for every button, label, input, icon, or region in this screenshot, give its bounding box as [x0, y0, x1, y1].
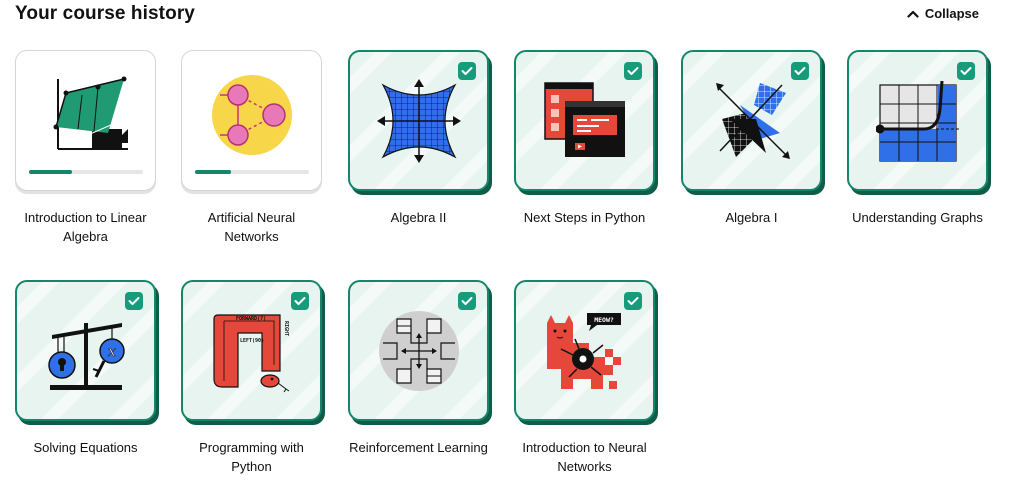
course-card-next-steps-in-python[interactable]: Next Steps in Python: [514, 50, 658, 227]
course-card-programming-with-python[interactable]: FORWARD(7) LEFT(90) RIGHT Programming wi…: [181, 280, 325, 476]
course-tile[interactable]: MEOW?: [514, 280, 655, 421]
collapse-label: Collapse: [924, 6, 979, 21]
course-title: Introduction to Linear Algebra: [24, 210, 147, 244]
cat-neuron-icon: MEOW?: [546, 312, 621, 389]
progress-fill: [195, 170, 232, 174]
maze-arrows-icon: [378, 310, 459, 391]
course-tile[interactable]: [847, 50, 988, 191]
art-text-left: LEFT(90): [240, 338, 264, 344]
course-title: Programming with Python: [199, 440, 304, 474]
course-card-reinforcement-learning[interactable]: Reinforcement Learning: [348, 280, 492, 457]
progress-fill: [29, 170, 73, 174]
art-text-right: RIGHT: [283, 321, 289, 336]
course-card-solving-equations[interactable]: x Solving Equations: [15, 280, 159, 457]
completed-check-icon: [624, 292, 642, 310]
course-tile[interactable]: [348, 280, 489, 421]
course-title: Artificial Neural Networks: [207, 210, 296, 244]
completed-check-icon: [125, 292, 143, 310]
course-tile[interactable]: [681, 50, 822, 191]
course-card-algebra-ii[interactable]: Algebra II: [348, 50, 492, 227]
completed-check-icon: [957, 62, 975, 80]
python-screens-icon: [543, 81, 625, 157]
neural-network-icon: [211, 74, 292, 155]
progress-bar: [195, 170, 309, 174]
course-title: Solving Equations: [33, 440, 138, 455]
art-text-forward: FORWARD(7): [236, 316, 266, 322]
completed-check-icon: [458, 62, 476, 80]
linear-algebra-icon: [53, 76, 128, 150]
section-title: Your course history: [15, 3, 195, 24]
algebra-ii-icon: [376, 78, 461, 163]
course-card-introduction-to-linear-algebra[interactable]: Introduction to Linear Algebra: [15, 50, 159, 246]
algebra-i-icon: [715, 82, 790, 159]
balance-scale-icon: x: [47, 322, 125, 390]
course-tile[interactable]: FORWARD(7) LEFT(90) RIGHT: [181, 280, 322, 421]
completed-check-icon: [624, 62, 642, 80]
course-title: Introduction to Neural Networks: [522, 440, 647, 474]
chevron-up-icon: [907, 10, 919, 18]
course-title: Reinforcement Learning: [349, 440, 488, 455]
course-card-artificial-neural-networks[interactable]: Artificial Neural Networks: [181, 50, 325, 246]
course-tile[interactable]: x: [15, 280, 156, 421]
course-card-introduction-to-neural-networks[interactable]: MEOW? Introduction to Neural Networks: [514, 280, 658, 476]
course-card-understanding-graphs[interactable]: Understanding Graphs: [847, 50, 991, 227]
course-tile[interactable]: [348, 50, 489, 191]
progress-bar: [29, 170, 143, 174]
graph-curve-icon: [875, 80, 960, 162]
collapse-button[interactable]: Collapse: [907, 6, 979, 21]
course-title: Next Steps in Python: [523, 210, 646, 225]
course-tile[interactable]: [15, 50, 156, 191]
course-tile[interactable]: [514, 50, 655, 191]
completed-check-icon: [291, 292, 309, 310]
speech-bubble-text: MEOW?: [594, 316, 614, 324]
completed-check-icon: [791, 62, 809, 80]
svg-text:x: x: [108, 344, 116, 360]
course-card-algebra-i[interactable]: Algebra I: [681, 50, 825, 227]
course-title: Algebra II: [390, 210, 447, 225]
snake-path-icon: FORWARD(7) LEFT(90) RIGHT: [212, 313, 289, 392]
course-history-header: Your course history Collapse: [15, 0, 995, 30]
completed-check-icon: [458, 292, 476, 310]
course-title: Understanding Graphs: [852, 210, 983, 225]
course-title: Algebra I: [725, 210, 778, 225]
course-tile[interactable]: [181, 50, 322, 191]
